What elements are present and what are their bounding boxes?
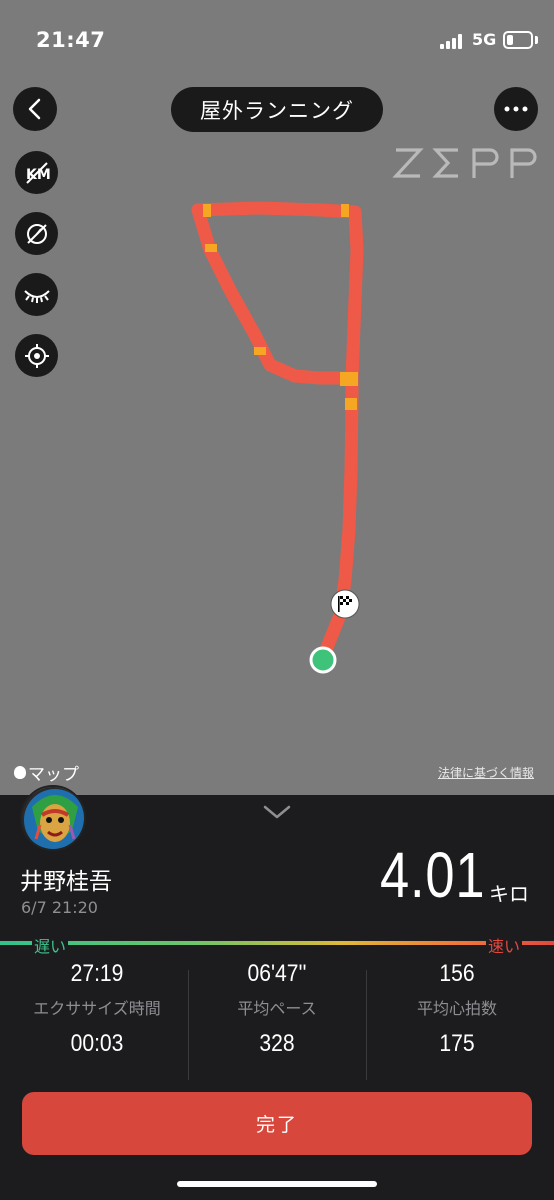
network-label: 5G: [472, 30, 497, 49]
stat-exercise-time: 27:19 エクササイズ時間 00:03: [5, 960, 189, 1058]
speed-off-icon: [26, 223, 47, 244]
stat-avg-pace: 06'47'' 平均ペース 328: [185, 960, 369, 1058]
stat-label: エクササイズ時間: [33, 999, 161, 1018]
back-button[interactable]: [13, 87, 57, 131]
km-markers-off-icon: KM: [26, 161, 50, 184]
distance-value: 4.01: [380, 839, 486, 911]
zepp-logo: [392, 144, 538, 184]
legal-link[interactable]: 法律に基づく情報: [438, 764, 534, 781]
battery-icon: [503, 31, 533, 49]
pace-gradient-bar: [0, 941, 554, 945]
eye-closed-icon: [23, 289, 50, 303]
km-markers-toggle[interactable]: KM: [15, 151, 58, 194]
visibility-toggle[interactable]: [15, 273, 58, 316]
pace-slow-label: 遅い: [32, 933, 69, 957]
user-name: 井野桂吾: [20, 869, 112, 895]
apple-icon: [14, 766, 26, 779]
maps-provider-label: マップ: [28, 765, 79, 785]
page-title: 屋外ランニング: [171, 87, 383, 132]
status-bar: 21:47 5G: [0, 0, 554, 80]
maps-attribution: マップ: [14, 760, 79, 785]
chevron-down-icon: [263, 805, 291, 819]
status-time: 21:47: [36, 28, 106, 52]
battery-fill: [507, 35, 513, 45]
stat-avg-heart-rate: 156 平均心拍数 175: [365, 960, 549, 1058]
route-path: [191, 201, 364, 667]
done-button[interactable]: 完了: [22, 1092, 532, 1155]
avatar: [20, 785, 86, 851]
finish-flag-icon: [330, 589, 360, 619]
locate-icon: [24, 343, 49, 368]
stat-value: 156: [439, 960, 475, 987]
start-marker: [309, 646, 337, 674]
chevron-left-icon: [28, 98, 41, 120]
recenter-button[interactable]: [15, 334, 58, 377]
map-view[interactable]: 21:47 5G 屋外ランニング KM マップ 法律に基づく情報: [0, 0, 554, 795]
pace-toggle[interactable]: [15, 212, 58, 255]
stat-label: 平均心拍数: [416, 999, 497, 1018]
distance-unit: キロ: [489, 882, 529, 906]
stats-grid: 27:19 エクササイズ時間 00:03 06'47'' 平均ペース 328 1…: [0, 960, 554, 1085]
battery-tip: [535, 36, 538, 44]
home-indicator: [177, 1181, 377, 1187]
pace-fast-label: 速い: [486, 933, 523, 957]
more-button[interactable]: [494, 87, 538, 131]
collapse-button[interactable]: [263, 804, 291, 824]
stat-value-secondary: 328: [259, 1030, 295, 1057]
workout-datetime: 6/7 21:20: [21, 898, 98, 917]
stat-value-secondary: 00:03: [70, 1030, 124, 1057]
stat-value-secondary: 175: [439, 1030, 475, 1057]
stat-label: 平均ペース: [237, 999, 317, 1018]
stat-value: 06'47'': [247, 960, 307, 987]
stat-value: 27:19: [70, 960, 124, 987]
more-horizontal-icon: [504, 106, 528, 112]
signal-icon: [440, 33, 466, 49]
